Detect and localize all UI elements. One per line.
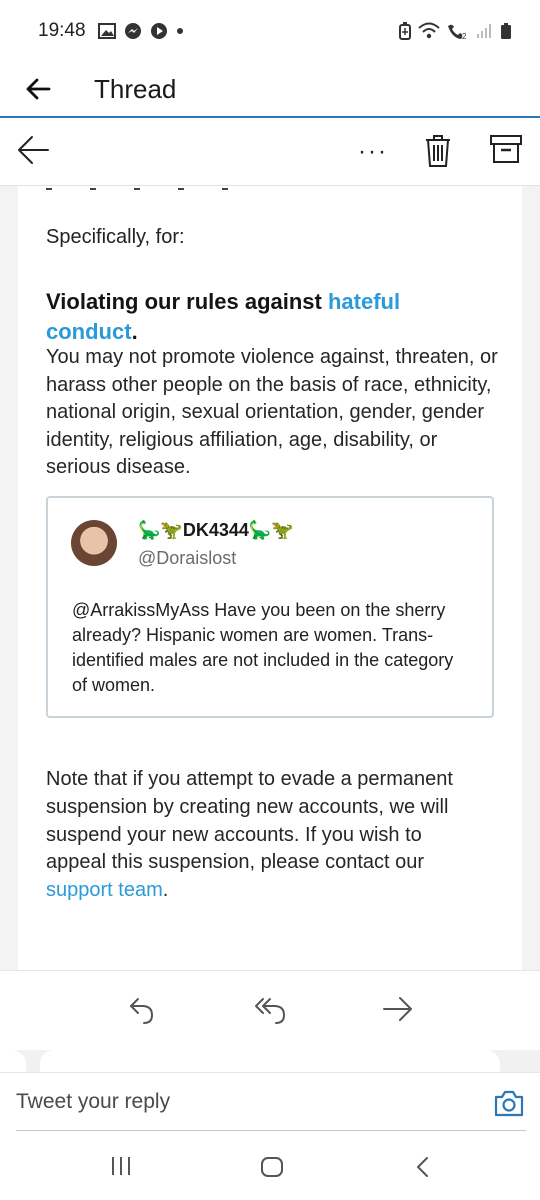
status-time: 19:48: [38, 20, 86, 41]
archive-icon: [490, 135, 522, 163]
dinosaur-emoji-right: 🦕🦖: [248, 520, 294, 540]
camera-icon[interactable]: [494, 1089, 524, 1117]
status-bar: 19:48 2: [0, 0, 540, 62]
back-icon[interactable]: [415, 1156, 431, 1178]
back-button[interactable]: [0, 61, 76, 117]
play-icon: [150, 23, 167, 39]
dot-icon: [176, 28, 183, 34]
support-team-link: support team: [46, 879, 163, 902]
email-body: Specifically, for: Violating our rules a…: [18, 186, 522, 970]
cut-off-text-line: [46, 186, 306, 192]
note-text: Note that if you attempt to evade a perm…: [46, 768, 453, 874]
reply-input[interactable]: [0, 1073, 470, 1131]
reply-all-icon: [255, 998, 286, 1024]
recents-icon[interactable]: [110, 1156, 132, 1176]
app-bar: Thread: [0, 62, 540, 118]
forward-icon: [383, 997, 412, 1021]
reply-underline: [16, 1130, 526, 1131]
tweet-text: @ArrakissMyAss Have you been on the sher…: [72, 600, 454, 695]
peek-card-left: [0, 1050, 26, 1072]
rule-heading-prefix: Violating our rules against: [46, 289, 328, 314]
gallery-icon: [97, 23, 116, 39]
specifically-label: Specifically, for:: [46, 226, 185, 248]
trash-icon: [426, 135, 450, 167]
page-title: Thread: [94, 73, 177, 104]
email-toolbar: ···: [0, 120, 540, 186]
reply-bar: [0, 1072, 540, 1131]
rule-heading-suffix: .: [131, 319, 138, 344]
next-message-peek: [0, 1050, 540, 1072]
system-navigation-bar: [0, 1132, 540, 1200]
reply-icon: [130, 998, 154, 1024]
tweet-author-handle: @Doraislost: [138, 548, 237, 568]
avatar: [71, 520, 117, 566]
svg-text:2: 2: [462, 32, 467, 40]
battery-icon: [501, 23, 511, 39]
wifi-icon: [418, 22, 440, 39]
rule-heading: Violating our rules against hateful cond…: [46, 287, 496, 347]
quoted-tweet: 🦕🦖 DK4344 🦕🦖 @Doraislost @ArrakissMyAss Ha…: [46, 496, 494, 718]
status-notification-icons: [97, 22, 184, 40]
tweet-author-name: 🦕🦖 DK4344 🦕🦖: [138, 520, 294, 541]
note-suffix: .: [162, 879, 169, 902]
message-action-bar: [0, 970, 540, 1050]
more-icon: ···: [358, 138, 388, 165]
battery-saver-icon: [399, 22, 411, 40]
suspension-note: Note that if you attempt to evade a perm…: [46, 766, 486, 905]
email-screenshot-image: ··· Specifically, for: Violating our rul…: [0, 120, 540, 970]
status-system-icons: 2: [398, 22, 512, 40]
signal-icon: [477, 24, 491, 38]
home-icon[interactable]: [260, 1156, 284, 1178]
arrow-left-icon: [26, 78, 51, 100]
author-name: DK4344: [182, 520, 249, 540]
back-arrow-icon: [18, 136, 49, 164]
peek-card: [40, 1050, 500, 1072]
messenger-icon: [124, 23, 141, 39]
rule-description: You may not promote violence against, th…: [46, 346, 498, 478]
wifi-call-icon: 2: [448, 24, 467, 40]
dinosaur-emoji-left: 🦕🦖: [138, 520, 183, 540]
